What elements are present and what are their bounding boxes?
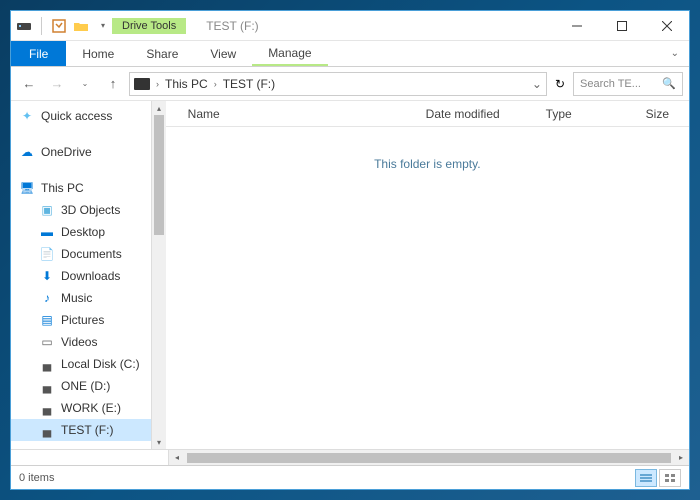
drive-icon xyxy=(134,78,150,90)
window-controls xyxy=(554,11,689,41)
view-mode-buttons xyxy=(635,469,681,487)
address-bar[interactable]: › This PC › TEST (F:) ⌄ xyxy=(129,72,547,96)
horizontal-scrollbar-row: ◂ ▸ xyxy=(11,449,689,465)
search-placeholder: Search TE... xyxy=(580,78,641,90)
column-size[interactable]: Size xyxy=(636,107,689,121)
search-input[interactable]: Search TE... 🔍 xyxy=(573,72,683,96)
empty-folder-message: This folder is empty. xyxy=(166,157,689,171)
music-icon: ♪ xyxy=(39,290,55,306)
cloud-icon: ☁ xyxy=(19,144,35,160)
tab-manage[interactable]: Manage xyxy=(252,41,327,66)
file-list-pane: Name Date modified Type Size This folder… xyxy=(166,101,689,449)
up-button[interactable]: ↑ xyxy=(101,72,125,96)
download-icon: ⬇ xyxy=(39,268,55,284)
refresh-button[interactable]: ↻ xyxy=(551,77,569,91)
ribbon-expand-icon[interactable]: ⌄ xyxy=(661,41,689,66)
tab-view[interactable]: View xyxy=(194,41,252,66)
star-icon: ✦ xyxy=(19,108,35,124)
breadcrumb-current[interactable]: TEST (F:) xyxy=(223,77,275,91)
sidebar-footer-gap xyxy=(11,450,169,465)
sidebar-item-one-drive-d[interactable]: ▄ONE (D:) xyxy=(11,375,151,397)
sidebar-item-local-disk[interactable]: ▄Local Disk (C:) xyxy=(11,353,151,375)
sidebar-item-desktop[interactable]: ▬Desktop xyxy=(11,221,151,243)
folder-icon[interactable] xyxy=(72,17,90,35)
column-date[interactable]: Date modified xyxy=(416,107,536,121)
sidebar-item-quick-access[interactable]: ✦ Quick access xyxy=(11,105,151,127)
status-bar: 0 items xyxy=(11,465,689,489)
drive-icon: ▄ xyxy=(39,400,55,416)
back-button[interactable]: ← xyxy=(17,72,41,96)
search-icon: 🔍 xyxy=(662,77,676,90)
contextual-tab-label: Drive Tools xyxy=(112,18,186,34)
sidebar-item-this-pc[interactable]: 🖥 This PC xyxy=(11,177,151,199)
sidebar-item-work-drive[interactable]: ▄WORK (E:) xyxy=(11,397,151,419)
cube-icon: ▣ xyxy=(39,202,55,218)
ribbon-tabs: File Home Share View Manage ⌄ xyxy=(11,41,689,67)
pc-icon: 🖥 xyxy=(19,180,35,196)
sidebar-item-videos[interactable]: ▭Videos xyxy=(11,331,151,353)
picture-icon: ▤ xyxy=(39,312,55,328)
file-explorer-window: ▾ Drive Tools TEST (F:) File Home Share … xyxy=(10,10,690,490)
drive-icon: ▄ xyxy=(39,356,55,372)
column-headers: Name Date modified Type Size xyxy=(166,101,689,127)
sidebar-item-documents[interactable]: 📄Documents xyxy=(11,243,151,265)
window-title: TEST (F:) xyxy=(206,19,258,33)
breadcrumb-this-pc[interactable]: This PC xyxy=(165,77,208,91)
desktop-icon: ▬ xyxy=(39,224,55,240)
video-icon: ▭ xyxy=(39,334,55,350)
drive-icon: ▄ xyxy=(39,378,55,394)
tab-home[interactable]: Home xyxy=(66,41,130,66)
chevron-right-icon[interactable]: › xyxy=(214,79,217,89)
close-button[interactable] xyxy=(644,11,689,41)
sidebar-scrollbar[interactable]: ▴ ▾ xyxy=(151,101,165,449)
qat-dropdown-icon[interactable]: ▾ xyxy=(94,17,112,35)
history-dropdown-icon[interactable]: ⌄ xyxy=(73,72,97,96)
quick-access-toolbar: ▾ xyxy=(11,17,112,35)
forward-button[interactable]: → xyxy=(45,72,69,96)
drive-icon xyxy=(15,17,33,35)
properties-icon[interactable] xyxy=(50,17,68,35)
sidebar-item-onedrive[interactable]: ☁ OneDrive xyxy=(11,141,151,163)
content-area: ✦ Quick access ☁ OneDrive 🖥 This PC ▣3D … xyxy=(11,101,689,449)
sidebar-item-downloads[interactable]: ⬇Downloads xyxy=(11,265,151,287)
column-type[interactable]: Type xyxy=(536,107,636,121)
maximize-button[interactable] xyxy=(599,11,644,41)
sidebar-item-3d-objects[interactable]: ▣3D Objects xyxy=(11,199,151,221)
details-view-button[interactable] xyxy=(635,469,657,487)
scroll-right-icon[interactable]: ▸ xyxy=(673,450,689,466)
minimize-button[interactable] xyxy=(554,11,599,41)
sidebar-item-test-drive[interactable]: ▄TEST (F:) xyxy=(11,419,151,441)
thumbnails-view-button[interactable] xyxy=(659,469,681,487)
tab-file[interactable]: File xyxy=(11,41,66,66)
column-name[interactable]: Name xyxy=(166,107,416,121)
tab-share[interactable]: Share xyxy=(130,41,194,66)
navigation-bar: ← → ⌄ ↑ › This PC › TEST (F:) ⌄ ↻ Search… xyxy=(11,67,689,101)
scroll-up-icon[interactable]: ▴ xyxy=(152,101,165,115)
navigation-pane: ✦ Quick access ☁ OneDrive 🖥 This PC ▣3D … xyxy=(11,101,151,449)
separator xyxy=(41,17,42,35)
scroll-down-icon[interactable]: ▾ xyxy=(152,435,165,449)
chevron-right-icon[interactable]: › xyxy=(156,79,159,89)
scroll-thumb[interactable] xyxy=(187,453,671,463)
titlebar: ▾ Drive Tools TEST (F:) xyxy=(11,11,689,41)
sidebar-item-music[interactable]: ♪Music xyxy=(11,287,151,309)
document-icon: 📄 xyxy=(39,246,55,262)
scroll-thumb[interactable] xyxy=(154,115,163,235)
scroll-left-icon[interactable]: ◂ xyxy=(169,450,185,466)
address-dropdown-icon[interactable]: ⌄ xyxy=(532,77,542,91)
horizontal-scrollbar[interactable]: ◂ ▸ xyxy=(169,450,689,465)
sidebar-item-pictures[interactable]: ▤Pictures xyxy=(11,309,151,331)
item-count: 0 items xyxy=(19,472,54,484)
drive-icon: ▄ xyxy=(39,422,55,438)
